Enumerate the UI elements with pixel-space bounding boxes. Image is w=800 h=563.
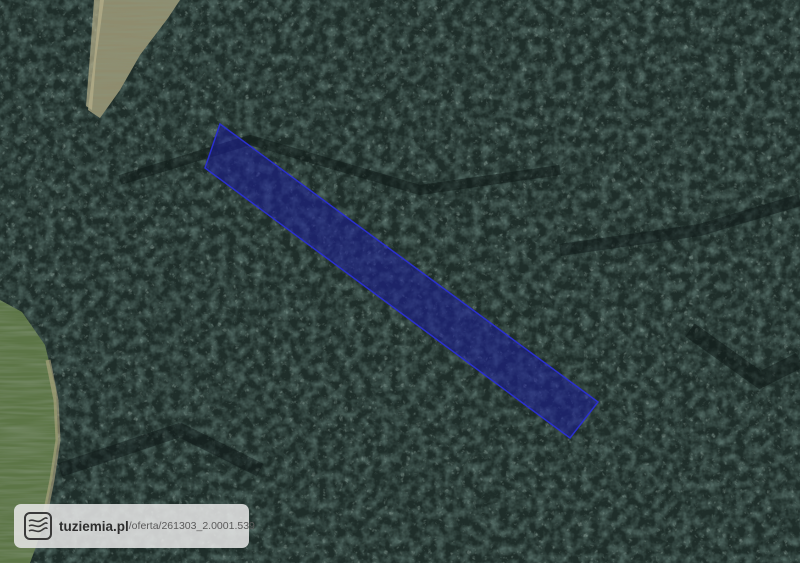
tuziemia-logo-icon: [24, 512, 52, 540]
watermark[interactable]: tuziemia.pl/oferta/261303_2.0001.539: [14, 504, 255, 548]
brand-name: tuziemia.pl: [59, 518, 129, 534]
satellite-map[interactable]: [0, 0, 800, 563]
offer-path: /oferta/261303_2.0001.539: [128, 520, 255, 532]
